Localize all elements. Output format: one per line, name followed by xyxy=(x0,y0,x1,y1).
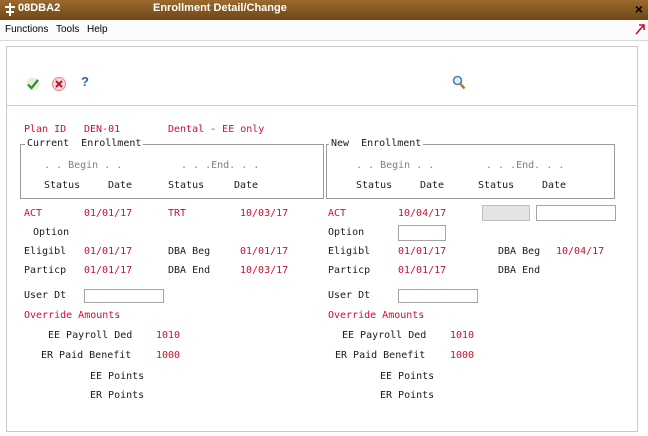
current-user-dt-input[interactable] xyxy=(84,289,164,303)
app-icon xyxy=(5,3,15,16)
menu-bar: Functions Tools Help xyxy=(0,20,648,41)
current-end-status: TRT xyxy=(168,208,187,219)
new-ee-points-label: EE Points xyxy=(380,371,435,382)
new-user-dt-input[interactable] xyxy=(398,289,478,303)
current-er-paid-label: ER Paid Benefit xyxy=(41,350,132,361)
window-title: Enrollment Detail/Change xyxy=(153,2,287,14)
new-er-paid-value: 1000 xyxy=(450,350,475,361)
new-user-dt-label: User Dt xyxy=(328,290,371,301)
new-ee-payroll-value: 1010 xyxy=(450,330,475,341)
search-icon[interactable] xyxy=(452,75,466,90)
current-option-label: Option xyxy=(33,227,70,238)
current-er-paid-value: 1000 xyxy=(156,350,181,361)
plan-id-value: DEN-01 xyxy=(84,124,121,135)
current-begin-status: ACT xyxy=(24,208,43,219)
current-eligibl-date: 01/01/17 xyxy=(84,246,133,257)
new-eligibl-date: 01/01/17 xyxy=(398,246,447,257)
new-end-date-header: Date xyxy=(542,180,567,191)
new-particp-label: Particp xyxy=(328,265,371,276)
menu-tools[interactable]: Tools xyxy=(56,24,79,35)
current-user-dt-label: User Dt xyxy=(24,290,67,301)
new-end-date-input[interactable] xyxy=(536,205,616,221)
current-dba-beg-label: DBA Beg xyxy=(168,246,211,257)
current-begin-date-header: Date xyxy=(108,180,133,191)
new-particp-date: 01/01/17 xyxy=(398,265,447,276)
new-begin-date: 10/04/17 xyxy=(398,208,447,219)
plan-id-label: Plan ID xyxy=(24,124,67,135)
cancel-icon[interactable] xyxy=(51,77,67,91)
current-eligibl-label: Eligibl xyxy=(24,246,67,257)
new-ee-payroll-label: EE Payroll Ded xyxy=(342,330,427,341)
new-er-paid-label: ER Paid Benefit xyxy=(335,350,426,361)
current-begin-status-header: Status xyxy=(44,180,81,191)
menu-functions[interactable]: Functions xyxy=(5,24,48,35)
current-end-status-header: Status xyxy=(168,180,205,191)
current-ee-points-label: EE Points xyxy=(90,371,145,382)
current-override-label: Override Amounts xyxy=(24,310,121,321)
new-dba-end-label: DBA End xyxy=(498,265,541,276)
new-eligibl-label: Eligibl xyxy=(328,246,371,257)
new-begin-header: . . Begin . . xyxy=(356,160,435,171)
current-particp-date: 01/01/17 xyxy=(84,265,133,276)
corner-arrow-icon[interactable] xyxy=(634,22,646,36)
current-enrollment-title: Current Enrollment xyxy=(25,138,144,150)
new-er-points-label: ER Points xyxy=(380,390,435,401)
checkmark-icon[interactable] xyxy=(25,77,41,91)
current-ee-payroll-label: EE Payroll Ded xyxy=(48,330,133,341)
current-begin-date: 01/01/17 xyxy=(84,208,133,219)
current-end-date-header: Date xyxy=(234,180,259,191)
new-end-status-header: Status xyxy=(478,180,515,191)
new-end-header: . . .End. . . xyxy=(486,160,565,171)
current-dba-end-label: DBA End xyxy=(168,265,211,276)
title-bar: 08DBA2 Enrollment Detail/Change × xyxy=(0,0,648,20)
new-override-label: Override Amounts xyxy=(328,310,425,321)
new-option-input[interactable] xyxy=(398,225,446,241)
new-dba-beg-label: DBA Beg xyxy=(498,246,541,257)
current-end-header: . . .End. . . xyxy=(181,160,260,171)
new-begin-status: ACT xyxy=(328,208,347,219)
toolbar-divider xyxy=(6,105,636,106)
current-particp-label: Particp xyxy=(24,265,67,276)
current-ee-payroll-value: 1010 xyxy=(156,330,181,341)
new-enrollment-title: New Enrollment xyxy=(329,138,424,150)
new-end-status-input[interactable] xyxy=(482,205,530,221)
new-begin-status-header: Status xyxy=(356,180,393,191)
close-button[interactable]: × xyxy=(632,1,646,18)
help-icon[interactable]: ? xyxy=(81,75,89,88)
new-option-label: Option xyxy=(328,227,365,238)
current-dba-end-date: 10/03/17 xyxy=(240,265,289,276)
current-begin-header: . . Begin . . xyxy=(44,160,123,171)
current-er-points-label: ER Points xyxy=(90,390,145,401)
new-begin-date-header: Date xyxy=(420,180,445,191)
menu-help[interactable]: Help xyxy=(87,24,108,35)
current-dba-beg-date: 01/01/17 xyxy=(240,246,289,257)
app-code: 08DBA2 xyxy=(18,2,61,14)
plan-description: Dental - EE only xyxy=(168,124,265,135)
current-end-date: 10/03/17 xyxy=(240,208,289,219)
new-dba-beg-date: 10/04/17 xyxy=(556,246,605,257)
